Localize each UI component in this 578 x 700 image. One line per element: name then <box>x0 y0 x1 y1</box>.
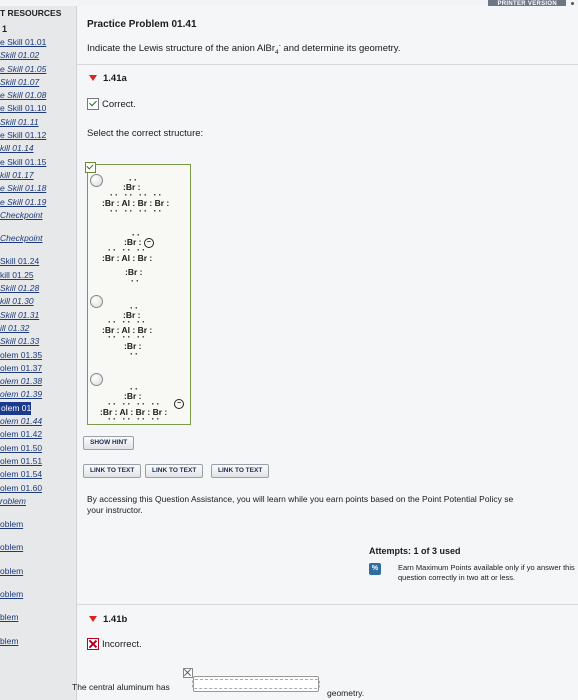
sidebar-item[interactable]: roblem <box>0 495 76 508</box>
sidebar-item[interactable]: Skill 01.31 <box>0 309 76 322</box>
assistance-text: By accessing this Question Assistance, y… <box>87 494 514 515</box>
sidebar: T RESOURCES 1 e Skill 01.01 Skill 01.02 e … <box>0 6 77 700</box>
sidebar-item[interactable]: e Skill 01.08 <box>0 89 76 102</box>
divider <box>77 64 578 65</box>
negative-charge-icon: − <box>174 399 184 409</box>
sidebar-item[interactable]: Skill 01.07 <box>0 76 76 89</box>
part-b-header[interactable]: 1.41b <box>89 614 127 625</box>
link-to-text-button-2[interactable]: LINK TO TEXT <box>145 464 204 478</box>
sidebar-item[interactable]: Skill 01.33 <box>0 335 76 348</box>
sidebar-number: 1 <box>2 24 8 34</box>
sidebar-item[interactable]: Skill 01.02 <box>0 49 76 62</box>
sidebar-item[interactable]: ill 01.32 <box>0 322 76 335</box>
structure-option-4[interactable]: ·· :Br : ·· ·· ·· ·· − :Br : Al : Br : B… <box>88 375 188 424</box>
sidebar-item[interactable]: olem 01.50 <box>0 442 76 455</box>
attempts-label: Attempts: 1 of 3 used <box>369 546 461 556</box>
link-to-text-button-1[interactable]: LINK TO TEXT <box>83 464 142 478</box>
sidebar-item[interactable]: oblem <box>0 518 76 531</box>
geometry-answer-input[interactable] <box>192 676 320 692</box>
clear-x-icon[interactable] <box>183 668 193 678</box>
sidebar-item[interactable]: kill 01.25 <box>0 269 76 282</box>
sidebar-item[interactable]: oblem <box>0 588 76 601</box>
structure-option-3[interactable]: ·· :Br : ·· ·· ·· :Br : Al : Br : ·· ·· … <box>88 304 188 386</box>
sidebar-item[interactable]: Skill 01.28 <box>0 282 76 295</box>
collapse-triangle-icon <box>89 75 97 82</box>
sidebar-item[interactable]: e Skill 01.12 <box>0 129 76 142</box>
sidebar-item[interactable]: oblem <box>0 565 76 578</box>
sidebar-item[interactable]: olem 01.35 <box>0 349 76 362</box>
answer-suffix: geometry. <box>327 688 365 698</box>
sidebar-item[interactable]: oblem <box>0 541 76 554</box>
sidebar-item[interactable]: Skill 01.11 <box>0 116 76 129</box>
sidebar-item[interactable]: olem 01.38 <box>0 375 76 388</box>
sidebar-nav-list: e Skill 01.01 Skill 01.02 e Skill 01.05 Ski… <box>0 36 76 648</box>
max-points-text: Earn Maximum Points available only if yo… <box>398 563 575 582</box>
main-content: Practice Problem 01.41 Indicate the Lewi… <box>72 6 578 700</box>
sidebar-item[interactable]: olem 01.54 <box>0 468 76 481</box>
collapse-triangle-icon <box>89 616 97 623</box>
radio-option-1[interactable] <box>90 174 103 187</box>
incorrect-x-icon <box>87 638 99 650</box>
part-a-status: Correct. <box>87 98 136 110</box>
sidebar-item[interactable]: e Skill 01.15 <box>0 156 76 169</box>
sidebar-item[interactable]: olem 01.51 <box>0 455 76 468</box>
sidebar-item[interactable]: e Skill 01.19 <box>0 196 76 209</box>
structure-options-panel: ·· :Br : ·· ·· ·· ·· :Br : Al : Br : Br … <box>85 162 191 425</box>
problem-title: Practice Problem 01.41 <box>87 19 197 30</box>
sidebar-item[interactable]: kill 01.14 <box>0 142 76 155</box>
sidebar-item[interactable]: kill 01.17 <box>0 169 76 182</box>
structure-option-1[interactable]: ·· :Br : ·· ·· ·· ·· :Br : Al : Br : Br … <box>88 165 188 223</box>
sidebar-item[interactable]: e Skill 01.10 <box>0 102 76 115</box>
show-hint-button[interactable]: SHOW HINT <box>83 436 135 450</box>
correct-check-icon <box>87 98 99 110</box>
part-b-status: Incorrect. <box>87 638 142 650</box>
sidebar-item[interactable]: olem 01.42 <box>0 428 76 441</box>
answer-row: The central aluminum has geometry. <box>72 668 578 698</box>
sidebar-item[interactable]: e Skill 01.18 <box>0 182 76 195</box>
part-a-header[interactable]: 1.41a <box>89 73 127 84</box>
sidebar-item[interactable]: olem 01.41 <box>0 401 31 416</box>
sidebar-item[interactable]: blem <box>0 635 76 648</box>
sidebar-item[interactable]: e Skill 01.05 <box>0 63 76 76</box>
structure-option-2[interactable]: ·· :Br : − ·· ·· ·· :Br : Al : Br : :Br … <box>88 223 188 308</box>
sidebar-item[interactable]: olem 01.60 <box>0 482 76 495</box>
sidebar-item[interactable]: kill 01.30 <box>0 295 76 308</box>
percent-badge-icon: % <box>369 563 381 575</box>
sidebar-title: T RESOURCES <box>0 8 62 18</box>
answer-prompt: The central aluminum has <box>72 682 170 692</box>
problem-text: Indicate the Lewis structure of the anio… <box>87 42 401 57</box>
link-to-text-button-3[interactable]: LINK TO TEXT <box>211 464 270 478</box>
sidebar-item[interactable]: e Skill 01.01 <box>0 36 76 49</box>
sidebar-item[interactable]: blem <box>0 611 76 624</box>
sidebar-item[interactable]: olem 01.44 <box>0 415 76 428</box>
sidebar-item[interactable]: olem 01.37 <box>0 362 76 375</box>
sidebar-item[interactable]: Checkpoint <box>0 232 76 245</box>
sidebar-item[interactable]: olem 01.39 <box>0 388 76 401</box>
select-prompt: Select the correct structure: <box>87 128 204 139</box>
sidebar-item[interactable]: Skill 01.24 <box>0 255 76 268</box>
divider <box>77 604 578 605</box>
sidebar-item[interactable]: Checkpoint <box>0 209 76 222</box>
